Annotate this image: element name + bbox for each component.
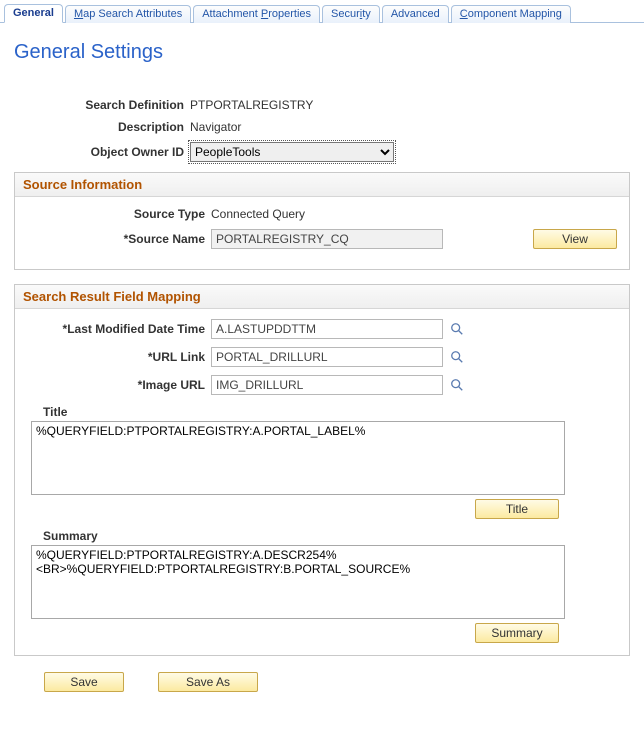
description-value: Navigator xyxy=(190,120,241,134)
lmdt-input[interactable] xyxy=(211,319,443,339)
tab-bar: General Map Search Attributes Attachment… xyxy=(0,0,644,23)
description-label: Description xyxy=(14,120,190,134)
srfm-title: Search Result Field Mapping xyxy=(15,285,629,309)
lookup-icon[interactable] xyxy=(449,377,465,393)
search-definition-value: PTPORTALREGISTRY xyxy=(190,98,313,112)
title-textarea[interactable] xyxy=(31,421,565,495)
summary-button[interactable]: Summary xyxy=(475,623,559,643)
tab-label: Advanced xyxy=(391,8,440,20)
save-row: Save Save As xyxy=(44,672,630,692)
definition-block: Search Definition PTPORTALREGISTRY Descr… xyxy=(14,98,630,162)
tab-general[interactable]: General xyxy=(4,4,63,23)
tab-mnemonic: M xyxy=(74,8,83,20)
tab-label: Secur xyxy=(331,8,360,20)
source-information-group: Source Information Source Type Connected… xyxy=(14,172,630,270)
tab-map-search-attributes[interactable]: Map Search Attributes xyxy=(65,5,191,23)
source-name-label: *Source Name xyxy=(27,232,211,246)
search-result-field-mapping-group: Search Result Field Mapping *Last Modifi… xyxy=(14,284,630,656)
tab-mnemonic: C xyxy=(460,8,468,20)
tab-advanced[interactable]: Advanced xyxy=(382,5,449,23)
summary-label: Summary xyxy=(43,529,617,543)
image-url-input[interactable] xyxy=(211,375,443,395)
tab-label: omponent Mapping xyxy=(468,8,562,20)
tab-label: General xyxy=(13,7,54,19)
view-button[interactable]: View xyxy=(533,229,617,249)
source-type-value: Connected Query xyxy=(211,207,305,221)
tab-label: ty xyxy=(362,8,371,20)
lookup-icon[interactable] xyxy=(449,321,465,337)
tab-security[interactable]: Security xyxy=(322,5,380,23)
page-title: General Settings xyxy=(14,41,644,64)
owner-id-label: Object Owner ID xyxy=(14,145,190,159)
save-button[interactable]: Save xyxy=(44,672,124,692)
summary-textarea[interactable] xyxy=(31,545,565,619)
tab-attachment-properties[interactable]: Attachment Properties xyxy=(193,5,320,23)
tab-label: roperties xyxy=(268,8,311,20)
tab-label: Attachment xyxy=(202,8,261,20)
url-link-input[interactable] xyxy=(211,347,443,367)
tab-component-mapping[interactable]: Component Mapping xyxy=(451,5,571,23)
title-button[interactable]: Title xyxy=(475,499,559,519)
lmdt-label: *Last Modified Date Time xyxy=(27,322,211,336)
image-url-label: *Image URL xyxy=(27,378,211,392)
url-link-label: *URL Link xyxy=(27,350,211,364)
title-label: Title xyxy=(43,405,617,419)
content-area: Search Definition PTPORTALREGISTRY Descr… xyxy=(0,98,644,712)
search-definition-label: Search Definition xyxy=(14,98,190,112)
save-as-button[interactable]: Save As xyxy=(158,672,258,692)
tab-label: ap Search Attributes xyxy=(83,8,182,20)
source-name-input[interactable] xyxy=(211,229,443,249)
source-type-label: Source Type xyxy=(27,207,211,221)
owner-id-select[interactable]: PeopleTools xyxy=(190,142,394,162)
lookup-icon[interactable] xyxy=(449,349,465,365)
source-information-title: Source Information xyxy=(15,173,629,197)
